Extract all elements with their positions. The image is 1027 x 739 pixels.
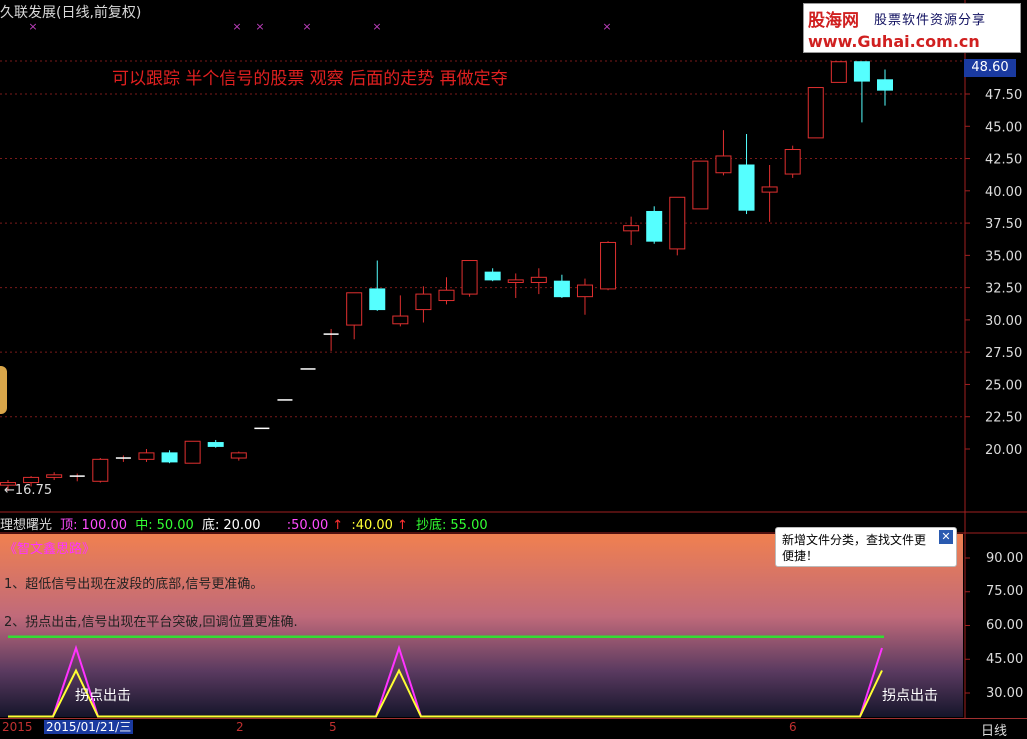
price-tick-label: 47.50 — [985, 88, 1022, 103]
price-tick-label: 22.50 — [985, 411, 1022, 426]
month-label: 2 — [236, 720, 244, 734]
inflection-signal-line — [8, 668, 883, 718]
price-tick-label: 25.00 — [985, 378, 1022, 393]
price-tick-label: 20.00 — [985, 443, 1022, 458]
signal-label-1: 拐点出击 — [75, 688, 131, 704]
price-tick-label: 32.50 — [985, 282, 1022, 297]
signal-marker: × — [232, 20, 241, 33]
subaxis-tick: 75.00 — [986, 584, 1024, 599]
indicator-bottom-label: 底: — [201, 518, 220, 533]
stock-chart-window: 47.50 45.00 42.50 40.00 37.50 35.00 32.50 30.00… — [0, 0, 1027, 739]
indicator-top-value: 100.00 — [81, 518, 128, 533]
candle-body — [646, 210, 663, 242]
candle-body — [415, 293, 432, 311]
panel-resize-handle[interactable] — [0, 366, 7, 414]
price-tick-label: 30.00 — [985, 314, 1022, 329]
indicator-v2-value: :40.00 — [351, 518, 393, 533]
candle-body — [346, 292, 363, 326]
subaxis-tick: 45.00 — [986, 652, 1024, 667]
candle-body — [553, 280, 570, 298]
candle-body — [784, 149, 801, 175]
indicator-buy-label: 抄底: — [416, 518, 447, 533]
candle-body — [623, 225, 640, 232]
candle-body — [161, 452, 178, 463]
candle-body — [761, 186, 778, 193]
indicator-value-row: 理想曙光 顶: 100.00 中: 50.00 底: 20.00 :50.00 ↑ :4… — [0, 514, 492, 533]
tooltip-text: 新增文件分类，查找文件更便捷！ — [782, 533, 927, 563]
current-price-badge: 48.60 — [964, 59, 1016, 77]
month-label: 6 — [789, 720, 797, 734]
indicator-mid-value: 50.00 — [156, 518, 194, 533]
candle-body — [461, 260, 478, 295]
indicator-bottom-value: 20.00 — [223, 518, 261, 533]
logo-tagline: 股票软件资源分享 — [874, 13, 987, 28]
signal-marker: × — [255, 20, 264, 33]
subaxis-tick: 60.00 — [986, 618, 1024, 633]
indicator-mid-label: 中: — [135, 518, 153, 533]
indicator-top-label: 顶: — [60, 518, 78, 533]
candle-body — [392, 315, 409, 325]
candle-body — [184, 440, 201, 464]
top-signal-line — [8, 644, 883, 718]
month-label: 5 — [329, 720, 337, 734]
candle-body — [715, 155, 732, 174]
signal-marker: × — [302, 20, 311, 33]
up-arrow-icon: ↑ — [396, 518, 408, 533]
candle-body — [853, 61, 870, 82]
period-label[interactable]: 日线 — [981, 720, 1007, 739]
candle-body — [438, 289, 455, 302]
candle-body — [600, 241, 617, 290]
candle-body — [807, 87, 824, 139]
signal-marker: × — [602, 20, 611, 33]
candle-body — [669, 196, 686, 250]
candle-body — [576, 284, 593, 298]
logo-url: www.Guhai.com.cn — [808, 32, 980, 51]
signal-label-2: 拐点出击 — [882, 688, 938, 704]
candle-body — [877, 79, 893, 91]
candle-body — [369, 288, 386, 311]
price-tick-label: 45.00 — [985, 120, 1022, 135]
candle-body — [484, 271, 501, 281]
logo-brand: 股海网 — [808, 11, 859, 31]
low-price-marker: ←16.75 — [4, 483, 53, 498]
subaxis-tick: 90.00 — [986, 551, 1024, 566]
up-arrow-icon: ↑ — [332, 518, 344, 533]
candle-body — [530, 276, 547, 283]
candle-body — [507, 279, 524, 283]
close-icon[interactable]: ✕ — [939, 530, 953, 544]
candle-body — [92, 458, 109, 482]
candle-body — [738, 164, 755, 211]
indicator-v1-value: :50.00 — [286, 518, 329, 533]
window-title: 久联发展(日线,前复权) — [0, 5, 142, 21]
chart-annotation: 可以跟踪 半个信号的股票 观察 后面的走势 再做定夺 — [112, 69, 508, 89]
signal-marker: × — [372, 20, 381, 33]
candle-body — [692, 160, 709, 210]
indicator-name[interactable]: 理想曙光 — [0, 518, 52, 533]
price-tick-label: 35.00 — [985, 249, 1022, 264]
candle-body — [138, 452, 155, 460]
candle-body — [830, 61, 847, 83]
current-date: 2015/01/21/三 — [44, 720, 134, 734]
candle-body — [230, 452, 247, 459]
new-feature-tooltip: 新增文件分类，查找文件更便捷！ ✕ — [775, 527, 957, 567]
candle-body — [46, 474, 63, 478]
price-tick-label: 40.00 — [985, 185, 1022, 200]
guhai-logo: 股海网 股票软件资源分享 www.Guhai.com.cn — [803, 3, 1021, 53]
price-tick-label: 37.50 — [985, 217, 1022, 232]
candle-body — [23, 476, 40, 484]
candle-body — [207, 442, 224, 447]
subaxis-tick: 30.00 — [986, 686, 1024, 701]
price-tick-label: 27.50 — [985, 346, 1022, 361]
year-label: 2015 — [2, 720, 33, 734]
date-axis-bar[interactable]: 2015 2015/01/21/三 2 5 6 日线 — [0, 718, 1027, 739]
price-tick-label: 42.50 — [985, 153, 1022, 168]
indicator-buy-value: 55.00 — [450, 518, 488, 533]
